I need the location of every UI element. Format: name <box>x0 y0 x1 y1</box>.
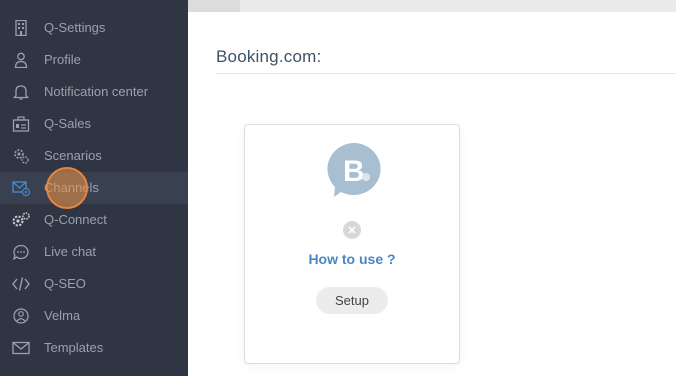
velma-icon <box>12 308 30 324</box>
sidebar-item-notification-center[interactable]: Notification center <box>0 76 188 108</box>
sidebar-item-scenarios[interactable]: Scenarios <box>0 140 188 172</box>
top-bar <box>188 0 676 12</box>
sidebar-item-templates[interactable]: Templates <box>0 332 188 364</box>
building-icon <box>12 20 30 36</box>
sidebar-item-label: Profile <box>44 52 81 67</box>
sidebar-item-label: Channels <box>44 180 99 195</box>
sidebar-item-channels[interactable]: Channels <box>0 172 188 204</box>
sidebar-item-profile[interactable]: Profile <box>0 44 188 76</box>
divider <box>216 73 676 74</box>
sidebar-item-label: Q-Connect <box>44 212 107 227</box>
sidebar-item-q-connect[interactable]: Q-Connect <box>0 204 188 236</box>
user-icon <box>12 52 30 68</box>
sidebar-item-label: Q-SEO <box>44 276 86 291</box>
code-icon <box>12 276 30 292</box>
setup-button[interactable]: Setup <box>316 287 388 314</box>
how-to-use-link[interactable]: How to use ? <box>245 251 459 267</box>
chat-icon <box>12 244 30 260</box>
sidebar-item-label: Q-Settings <box>44 20 106 35</box>
channels-icon <box>12 180 30 196</box>
bell-icon <box>12 84 30 100</box>
page-title: Booking.com: <box>216 47 322 66</box>
sidebar-item-q-seo[interactable]: Q-SEO <box>0 268 188 300</box>
booking-logo: B <box>324 141 382 199</box>
connect-gears-icon <box>12 212 30 228</box>
sidebar-item-label: Templates <box>44 340 104 355</box>
sidebar-item-label: Velma <box>44 308 81 323</box>
sidebar-item-q-settings[interactable]: Q-Settings <box>0 12 188 44</box>
sidebar-item-live-chat[interactable]: Live chat <box>0 236 188 268</box>
sidebar-item-label: Scenarios <box>44 148 102 163</box>
mail-icon <box>12 340 30 356</box>
channel-card-booking: B How to use ? Setup <box>244 124 460 364</box>
remove-icon[interactable] <box>343 221 361 239</box>
sales-icon <box>12 116 30 132</box>
sidebar-item-label: Q-Sales <box>44 116 91 131</box>
logo-letter: B <box>343 155 365 188</box>
sidebar: Q-Settings Profile Notification center Q… <box>0 0 188 376</box>
sidebar-item-velma[interactable]: Velma <box>0 300 188 332</box>
sidebar-item-q-sales[interactable]: Q-Sales <box>0 108 188 140</box>
top-tab[interactable] <box>188 0 240 12</box>
sidebar-item-label: Live chat <box>44 244 97 259</box>
gears-icon <box>12 148 30 164</box>
sidebar-item-label: Notification center <box>44 84 149 99</box>
